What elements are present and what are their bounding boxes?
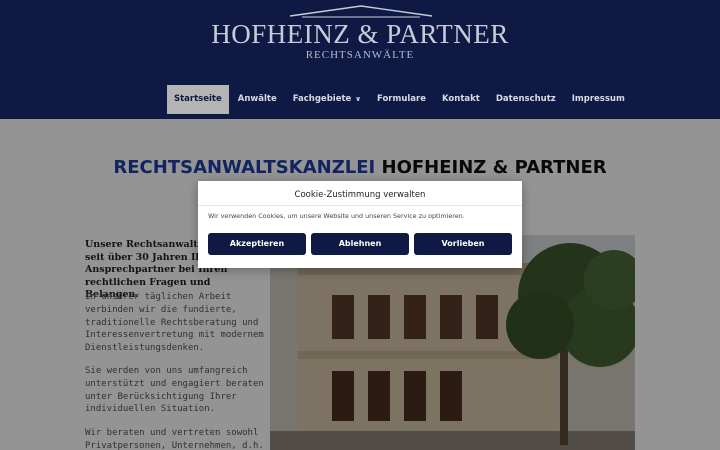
nav-item-label: Anwälte: [237, 94, 277, 104]
logo[interactable]: HOFHEINZ & PARTNER RECHTSANWÄLTE: [0, 0, 720, 70]
nav-item-label: Formulare: [376, 94, 426, 104]
nav-item-startseite[interactable]: Startseite: [167, 85, 229, 114]
logo-roof-icon: [289, 5, 433, 18]
nav-item-label: Fachgebiete: [292, 94, 352, 104]
nav-item-label: Datenschutz: [495, 94, 556, 104]
chevron-down-icon: ∨: [355, 95, 361, 103]
accept-button[interactable]: Akzeptieren: [208, 233, 306, 255]
brand-title: HOFHEINZ & PARTNER: [211, 19, 509, 49]
cookie-dialog-text: Wir verwenden Cookies, um unsere Website…: [208, 212, 465, 220]
nav-item-impressum[interactable]: Impressum: [565, 85, 632, 114]
nav-item-datenschutz[interactable]: Datenschutz: [489, 85, 563, 114]
cookie-consent-dialog: Cookie-Zustimmung verwalten Wir verwende…: [198, 181, 522, 268]
nav-item-fachgebiete[interactable]: Fachgebiete ∨: [286, 85, 368, 114]
site-header: HOFHEINZ & PARTNER RECHTSANWÄLTE Startse…: [0, 0, 720, 119]
nav-item-anwaelte[interactable]: Anwälte: [231, 85, 284, 114]
nav-item-formulare[interactable]: Formulare: [370, 85, 433, 114]
nav-item-label: Kontakt: [442, 94, 480, 104]
nav-item-label: Impressum: [571, 94, 625, 104]
cookie-dialog-title: Cookie-Zustimmung verwalten: [294, 190, 426, 200]
divider: [198, 205, 522, 206]
deny-button[interactable]: Ablehnen: [311, 233, 409, 255]
main-navigation: Startseite Anwälte Fachgebiete ∨ Formular…: [167, 85, 634, 114]
modal-backdrop[interactable]: [0, 119, 720, 450]
preferences-button[interactable]: Vorlieben: [414, 233, 512, 255]
nav-item-label: Startseite: [174, 94, 222, 104]
nav-item-kontakt[interactable]: Kontakt: [435, 85, 487, 114]
brand-subtitle: RECHTSANWÄLTE: [305, 49, 415, 61]
